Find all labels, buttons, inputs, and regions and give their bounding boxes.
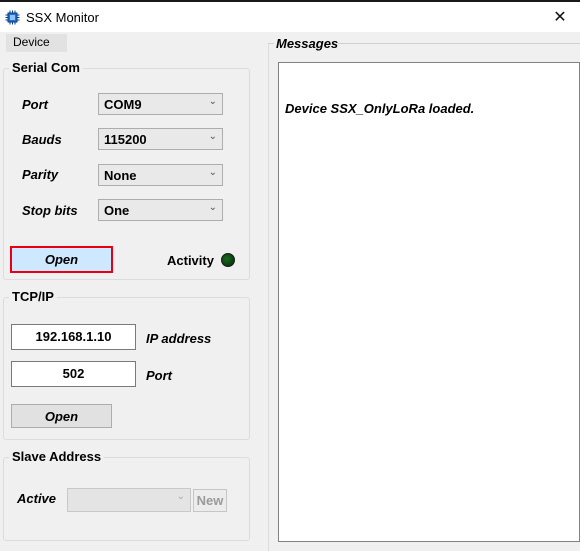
serial-open-label: Open <box>44 252 79 267</box>
port-label: Port <box>22 97 48 112</box>
window-title: SSX Monitor <box>26 10 99 25</box>
chevron-down-icon: ⌄ <box>176 491 185 502</box>
parity-select[interactable]: None ⌄ <box>98 164 223 186</box>
menu-bar: Device <box>6 34 67 52</box>
menu-item-device[interactable]: Device <box>6 34 67 49</box>
tcp-open-label: Open <box>44 408 79 424</box>
chip-icon <box>5 10 20 25</box>
bauds-select-value: 115200 <box>104 132 147 147</box>
close-icon: ✕ <box>553 9 567 26</box>
chevron-down-icon: ⌄ <box>208 96 217 107</box>
slave-address-title: Slave Address <box>9 449 105 464</box>
tcp-port-label: Port <box>146 368 172 383</box>
tcp-ip-title: TCP/IP <box>9 289 57 304</box>
parity-select-value: None <box>104 168 137 183</box>
bauds-select[interactable]: 115200 ⌄ <box>98 128 223 150</box>
chevron-down-icon: ⌄ <box>208 131 217 142</box>
bauds-label: Bauds <box>22 132 62 147</box>
activity-led-indicator <box>221 253 235 267</box>
close-button[interactable]: ✕ <box>540 2 580 32</box>
message-line: Device SSX_OnlyLoRa loaded. <box>285 101 475 116</box>
chevron-down-icon: ⌄ <box>208 202 217 213</box>
port-select-value: COM9 <box>104 97 142 112</box>
activity-label: Activity <box>167 253 214 268</box>
chevron-down-icon: ⌄ <box>208 167 217 178</box>
messages-frame-top-right <box>338 43 580 44</box>
serial-open-button[interactable]: Open <box>10 246 113 273</box>
tcp-open-button[interactable]: Open <box>11 404 112 428</box>
stop-bits-label: Stop bits <box>22 203 78 218</box>
messages-frame-left <box>268 43 269 551</box>
messages-frame-top-left <box>268 43 274 44</box>
ip-address-label: IP address <box>146 331 212 346</box>
new-slave-label: New <box>196 493 224 508</box>
parity-label: Parity <box>22 167 59 182</box>
active-slave-select[interactable]: ⌄ <box>67 488 191 512</box>
messages-log[interactable]: Device SSX_OnlyLoRa loaded. <box>278 62 580 542</box>
stop-bits-select-value: One <box>104 203 130 218</box>
serial-com-title: Serial Com <box>9 60 83 75</box>
ip-address-input[interactable]: 192.168.1.10 <box>11 324 136 350</box>
active-label: Active <box>17 491 57 506</box>
new-slave-button[interactable]: New <box>193 489 227 512</box>
tcp-port-input[interactable]: 502 <box>11 361 136 387</box>
stop-bits-select[interactable]: One ⌄ <box>98 199 223 221</box>
port-select[interactable]: COM9 ⌄ <box>98 93 223 115</box>
title-bar: SSX Monitor ✕ <box>0 2 580 32</box>
messages-title: Messages <box>276 36 339 51</box>
